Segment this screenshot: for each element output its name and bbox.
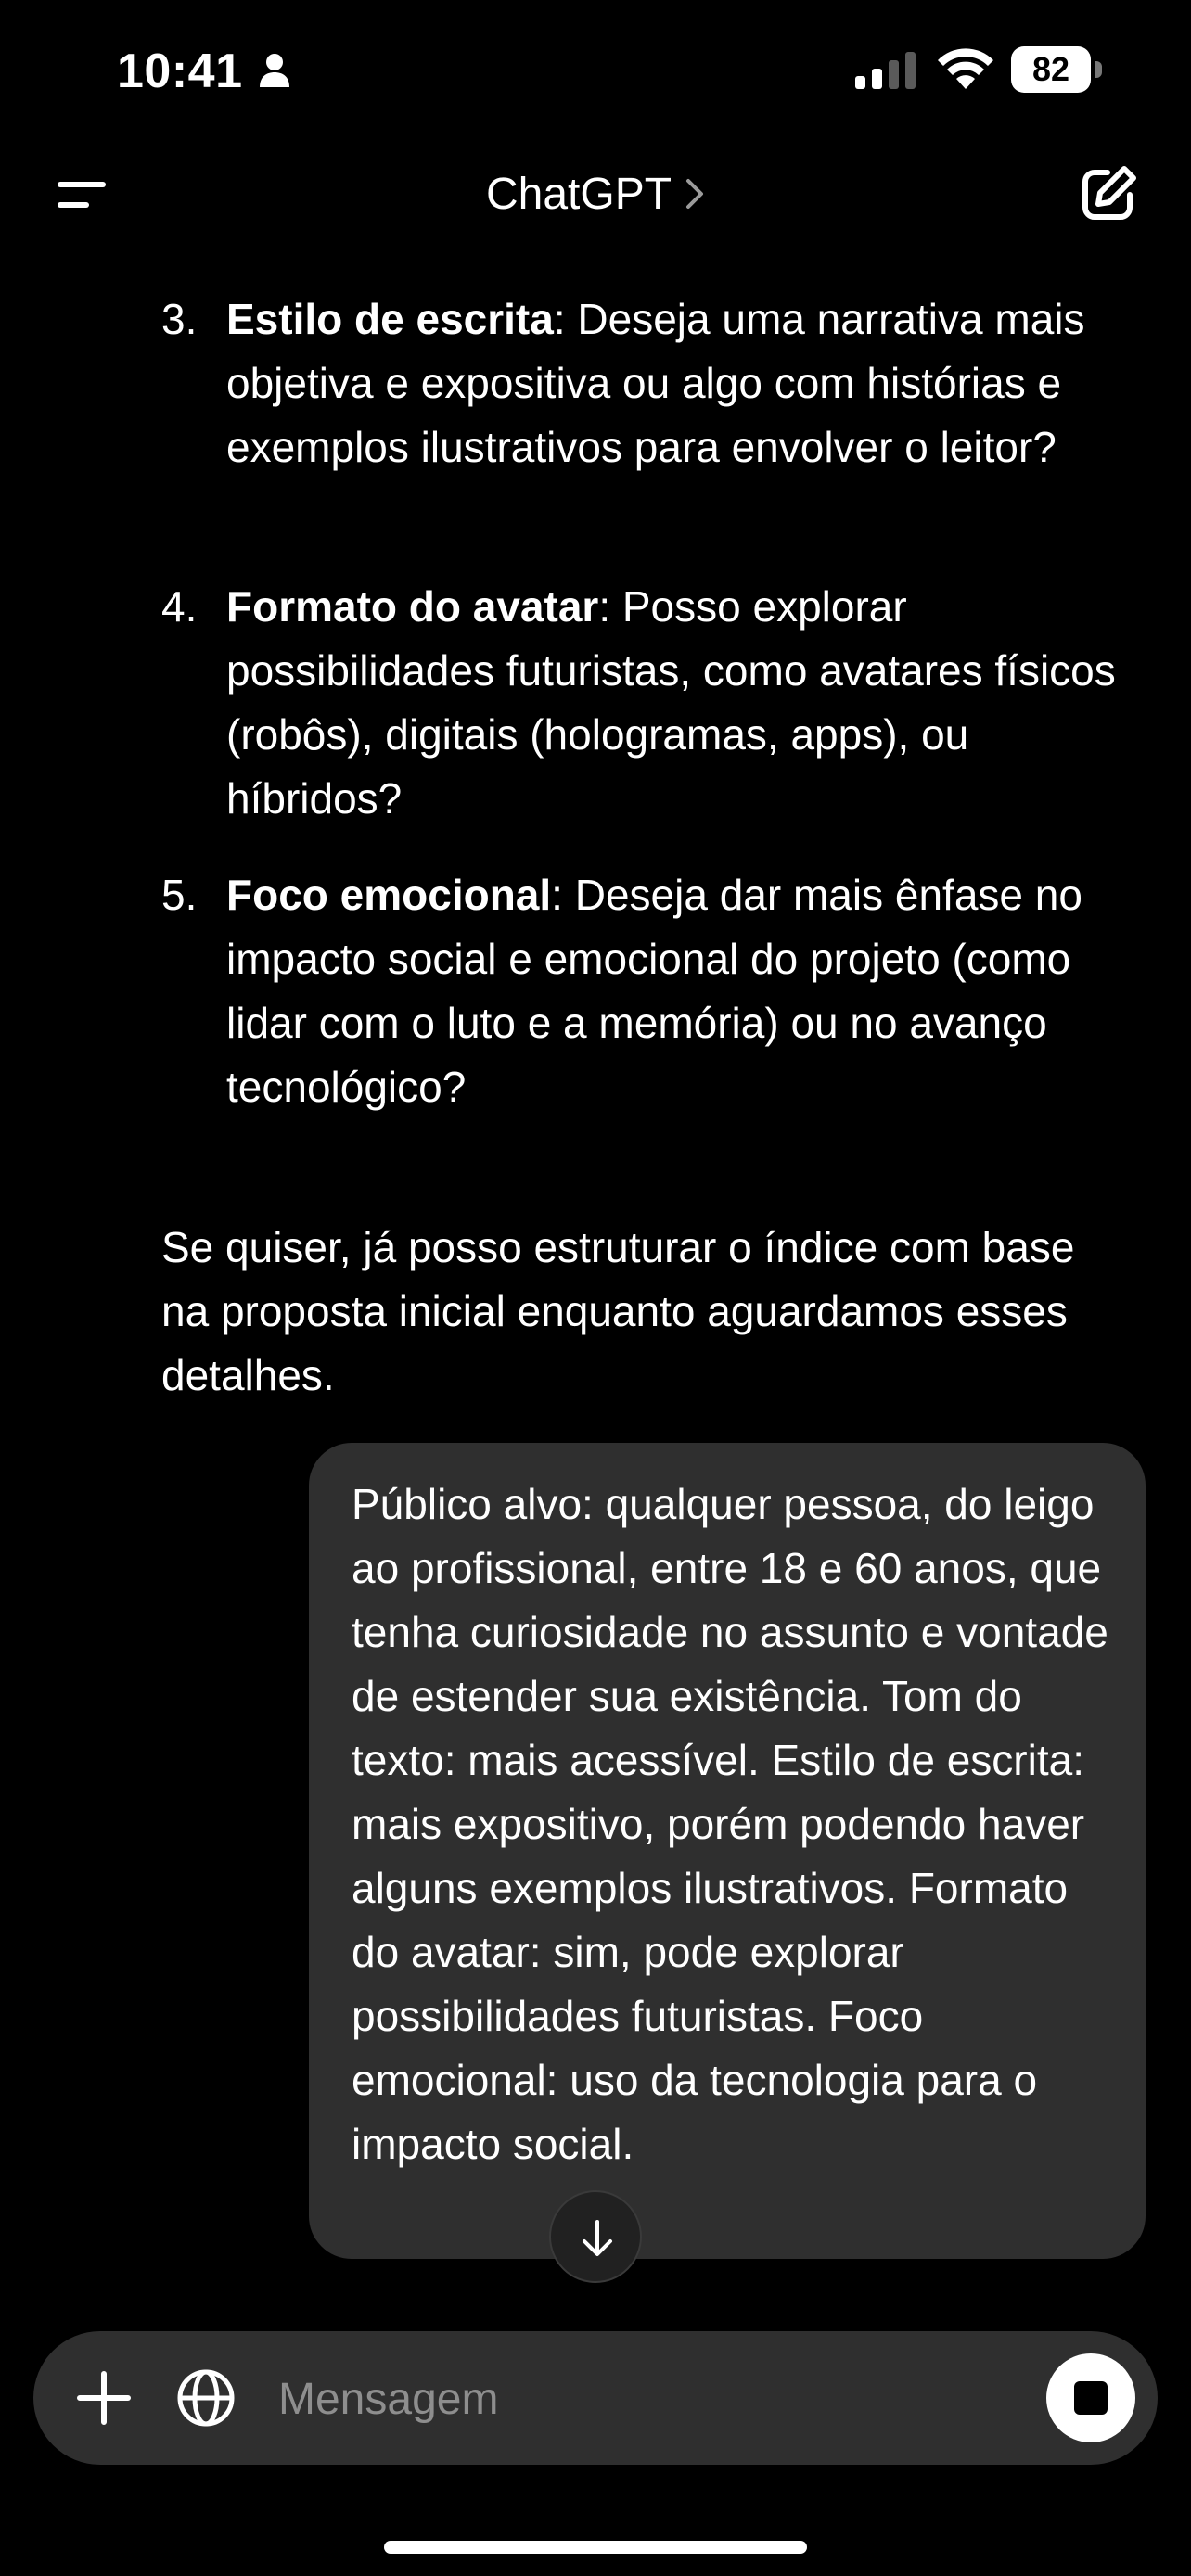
list-number: 5. [161,871,198,919]
battery-level: 82 [1011,46,1091,93]
cellular-signal-icon [855,52,916,89]
stop-button[interactable] [1046,2353,1135,2442]
status-bar: 10:41 82 [0,0,1191,139]
message-composer [33,2331,1158,2465]
list-number: 4. [161,582,198,631]
plus-icon[interactable] [70,2365,137,2431]
scroll-down-button[interactable] [549,2190,642,2283]
battery-tip [1095,61,1102,78]
list-term: Estilo de escrita [226,295,554,343]
home-indicator [384,2541,807,2554]
user-message-text: Público alvo: qualquer pessoa, do leigo … [352,1480,1108,2168]
message-input[interactable] [276,2359,1022,2439]
chevron-right-icon [686,179,704,209]
stop-icon [1074,2381,1108,2415]
list-item-body: Estilo de escrita: Deseja uma narrativa … [226,287,1154,479]
list-term: Formato do avatar [226,582,599,631]
list-item-body: Foco emocional: Deseja dar mais ênfase n… [226,863,1154,1119]
list-item-body: Formato do avatar: Posso explorar possib… [226,575,1154,831]
app-header: ChatGPT [0,139,1191,250]
new-chat-icon[interactable] [1076,161,1141,226]
battery-icon: 82 [1011,46,1104,93]
chat-title-button[interactable]: ChatGPT [0,165,1191,224]
globe-icon[interactable] [174,2366,237,2429]
closing-paragraph: Se quiser, já posso estruturar o índice … [161,1223,1075,1399]
arrow-down-icon [583,2220,612,2256]
user-message-bubble: Público alvo: qualquer pessoa, do leigo … [309,1443,1146,2259]
list-number: 3. [161,295,198,343]
list-term: Foco emocional [226,871,552,919]
page-title: ChatGPT [485,170,672,219]
person-icon [260,54,289,87]
status-time: 10:41 [117,45,243,98]
wifi-icon [938,48,993,89]
